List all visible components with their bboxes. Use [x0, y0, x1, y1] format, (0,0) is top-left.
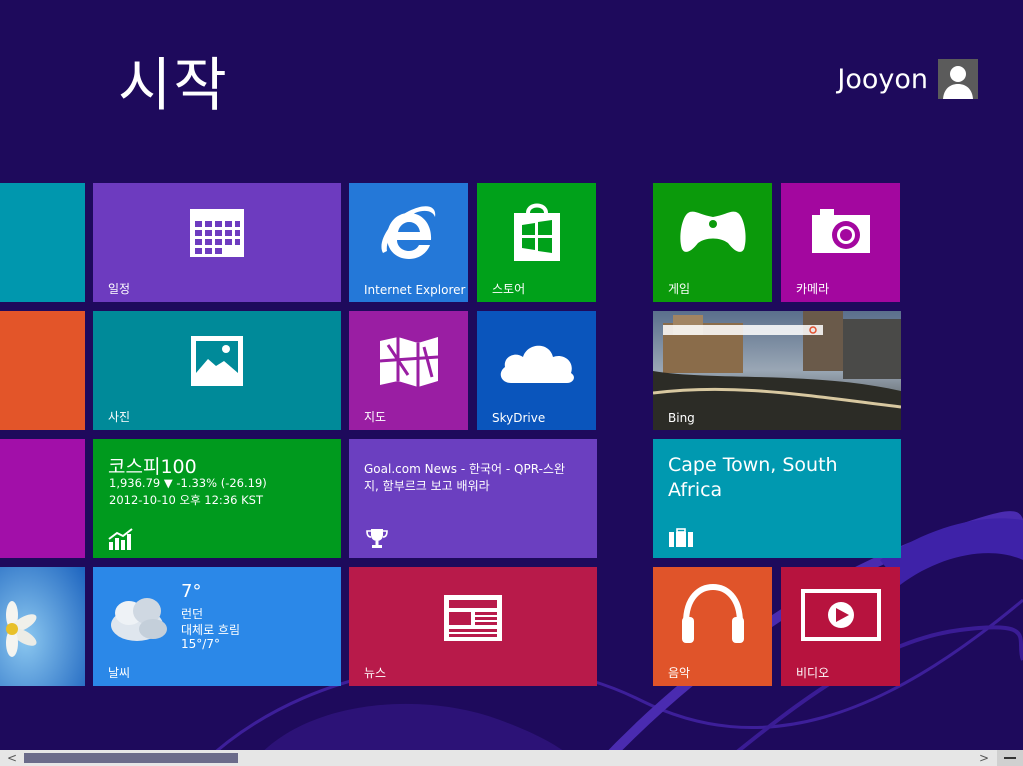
scroll-right-button[interactable]: > — [975, 750, 993, 766]
bing-tile[interactable]: Bing — [653, 311, 901, 430]
scroll-thumb[interactable] — [24, 753, 238, 763]
trophy-icon — [366, 529, 388, 548]
horizontal-scrollbar[interactable]: < > — [0, 750, 1023, 766]
store-tile[interactable]: 스토어 — [477, 183, 596, 302]
finance-tile[interactable]: 코스피100 1,936.79 ▼ -1.33% (-26.19) 2012-1… — [93, 439, 341, 558]
weather-condition: 대체로 흐림 — [181, 623, 241, 637]
partial-tile-1[interactable] — [0, 183, 85, 302]
scroll-left-button[interactable]: < — [3, 750, 21, 766]
maps-tile-label: 지도 — [364, 410, 387, 424]
newspaper-icon — [349, 595, 597, 641]
games-tile-label: 게임 — [668, 282, 691, 296]
suitcase-icon — [669, 528, 693, 547]
store-tile-label: 스토어 — [492, 282, 526, 296]
semantic-zoom-button[interactable] — [997, 750, 1023, 766]
cloud-storage-icon — [477, 337, 596, 385]
music-tile-label: 음악 — [668, 666, 691, 680]
map-icon — [349, 335, 468, 387]
camera-tile-label: 카메라 — [796, 282, 830, 296]
weather-city: 런던 — [181, 607, 204, 621]
weather-temperature: 7° — [181, 581, 202, 602]
photos-tile[interactable]: 사진 — [93, 311, 341, 430]
video-tile[interactable]: 비디오 — [781, 567, 900, 686]
calendar-tile-label: 일정 — [108, 282, 131, 296]
travel-tile[interactable]: Cape Town, South Africa — [653, 439, 901, 558]
weather-tile[interactable]: 7° 런던 대체로 흐림 15°/7° 날씨 — [93, 567, 341, 686]
calendar-tile[interactable]: 일정 — [93, 183, 341, 302]
internet-explorer-tile[interactable]: Internet Explorer — [349, 183, 468, 302]
user-name: Jooyon — [837, 63, 928, 95]
photo-icon — [93, 335, 341, 387]
camera-icon — [781, 207, 900, 255]
start-screen-title: 시작 — [118, 51, 229, 119]
camera-tile[interactable]: 카메라 — [781, 183, 900, 302]
internet-explorer-icon — [349, 203, 468, 265]
skydrive-tile[interactable]: SkyDrive — [477, 311, 596, 430]
game-controller-icon — [653, 207, 772, 255]
calendar-icon — [93, 208, 341, 258]
internet-explorer-tile-label: Internet Explorer — [364, 283, 466, 297]
store-bag-icon — [477, 199, 596, 263]
travel-destination: Cape Town, South Africa — [668, 454, 838, 501]
news-tile-label: 뉴스 — [364, 666, 387, 680]
flower-icon — [0, 567, 85, 686]
stock-timestamp: 2012-10-10 오후 12:36 KST — [109, 493, 263, 507]
partial-tile-desktop[interactable] — [0, 567, 85, 686]
weather-tile-label: 날씨 — [108, 666, 131, 680]
skydrive-tile-label: SkyDrive — [492, 411, 546, 425]
finance-chart-icon — [108, 528, 133, 550]
stock-change: 1,936.79 ▼ -1.33% (-26.19) — [109, 476, 267, 490]
news-tile[interactable]: 뉴스 — [349, 567, 597, 686]
scroll-track[interactable] — [24, 753, 974, 763]
sports-headline: Goal.com News - 한국어 - QPR-스완지, 함부르크 보고 배… — [364, 462, 565, 493]
bing-tile-label: Bing — [668, 411, 695, 425]
weather-range: 15°/7° — [181, 637, 220, 651]
video-play-icon — [781, 589, 900, 641]
stock-index-name: 코스피100 — [108, 456, 197, 478]
video-tile-label: 비디오 — [796, 666, 830, 680]
partial-tile-2[interactable] — [0, 311, 85, 430]
maps-tile[interactable]: 지도 — [349, 311, 468, 430]
music-tile[interactable]: 음악 — [653, 567, 772, 686]
cloud-icon — [111, 598, 167, 641]
headphones-icon — [653, 583, 772, 645]
games-tile[interactable]: 게임 — [653, 183, 772, 302]
sports-news-tile[interactable]: Goal.com News - 한국어 - QPR-스완지, 함부르크 보고 배… — [349, 439, 597, 558]
partial-tile-3[interactable] — [0, 439, 85, 558]
photos-tile-label: 사진 — [108, 410, 131, 424]
user-account[interactable]: Jooyon — [837, 58, 978, 100]
user-avatar-icon — [938, 59, 978, 99]
